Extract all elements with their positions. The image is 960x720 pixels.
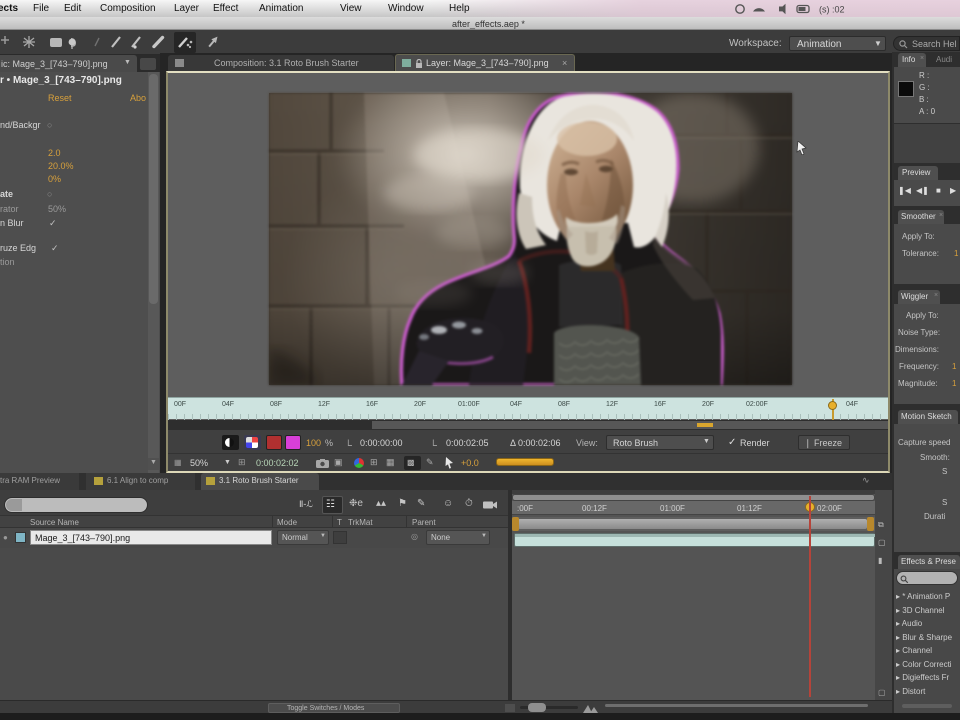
svg-text:(s) :02: (s) :02 [819, 5, 845, 15]
